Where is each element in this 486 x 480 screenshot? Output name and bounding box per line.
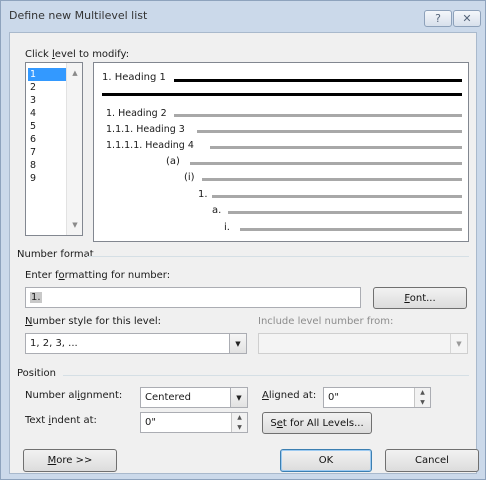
position-section-label: Position <box>17 368 56 379</box>
help-button[interactable]: ? <box>424 10 452 27</box>
preview-line <box>212 195 462 198</box>
close-button[interactable]: ✕ <box>453 10 481 27</box>
scroll-up-icon[interactable]: ▲ <box>67 66 83 80</box>
text-indent-spinner[interactable]: ▲ ▼ <box>231 413 247 432</box>
level-item-8[interactable]: 8 <box>28 159 66 172</box>
font-button-label: Font... <box>404 292 436 304</box>
spin-up-icon[interactable]: ▲ <box>415 388 430 398</box>
level-item-1[interactable]: 1 <box>28 68 66 81</box>
dropdown-arrow-icon[interactable]: ▼ <box>230 388 247 407</box>
preview-level-5: (a) <box>166 156 180 167</box>
number-alignment-value: Centered <box>145 392 191 403</box>
number-format-section-label: Number format <box>17 249 94 260</box>
spin-down-icon[interactable]: ▼ <box>415 398 430 408</box>
dropdown-arrow-icon[interactable]: ▼ <box>229 334 246 353</box>
level-scrollbar[interactable]: ▲ ▼ <box>66 63 82 235</box>
spin-up-icon[interactable]: ▲ <box>232 413 247 423</box>
text-indent-value: 0" <box>145 417 156 428</box>
aligned-at-input[interactable]: 0" ▲ ▼ <box>323 387 431 408</box>
more-button[interactable]: More >> <box>23 449 117 472</box>
preview-line <box>174 79 462 82</box>
preview-heading-1: 1. Heading 1 <box>102 72 166 83</box>
level-item-4[interactable]: 4 <box>28 107 66 120</box>
level-label: Click level to modify: <box>25 49 130 60</box>
close-icon: ✕ <box>462 12 472 25</box>
window-title: Define new Multilevel list <box>9 9 148 22</box>
preview-line <box>174 114 462 117</box>
aligned-at-spinner[interactable]: ▲ ▼ <box>414 388 430 407</box>
font-button[interactable]: Font... <box>373 287 467 309</box>
text-indent-input[interactable]: 0" ▲ ▼ <box>140 412 248 433</box>
ok-button[interactable]: OK <box>280 449 372 472</box>
section-divider <box>87 256 469 257</box>
preview-line <box>102 93 462 96</box>
level-item-6[interactable]: 6 <box>28 133 66 146</box>
preview-heading-4: 1.1.1.1. Heading 4 <box>106 140 194 151</box>
preview-level-6: (i) <box>184 172 195 183</box>
preview-line <box>228 211 462 214</box>
level-item-5[interactable]: 5 <box>28 120 66 133</box>
more-button-label: More >> <box>47 455 93 466</box>
include-level-label: Include level number from: <box>258 316 394 327</box>
preview-line <box>202 178 462 181</box>
number-format-value: 1. <box>30 292 42 303</box>
preview-line <box>197 130 462 133</box>
aligned-at-value: 0" <box>328 392 339 403</box>
level-item-7[interactable]: 7 <box>28 146 66 159</box>
preview-line <box>190 162 462 165</box>
scroll-down-icon[interactable]: ▼ <box>67 218 83 232</box>
level-item-2[interactable]: 2 <box>28 81 66 94</box>
dialog-window: Define new Multilevel list ? ✕ Click lev… <box>0 0 486 480</box>
preview-heading-2: 1. Heading 2 <box>106 108 167 119</box>
enter-formatting-label: Enter formatting for number: <box>25 270 171 281</box>
number-alignment-select[interactable]: Centered ▼ <box>140 387 248 408</box>
number-alignment-label: Number alignment: <box>25 390 123 401</box>
spin-down-icon[interactable]: ▼ <box>232 423 247 433</box>
dropdown-arrow-icon: ▼ <box>450 334 467 353</box>
preview-line <box>240 228 462 231</box>
level-item-3[interactable]: 3 <box>28 94 66 107</box>
preview-level-7: 1. <box>198 189 208 200</box>
number-format-input[interactable]: 1. <box>25 287 361 308</box>
set-for-all-levels-label: Set for All Levels... <box>270 417 364 429</box>
section-divider <box>63 375 469 376</box>
preview-line <box>210 146 462 149</box>
title-bar[interactable]: Define new Multilevel list ? ✕ <box>1 1 485 31</box>
set-for-all-levels-button[interactable]: Set for All Levels... <box>262 412 372 434</box>
cancel-button[interactable]: Cancel <box>385 449 479 472</box>
level-preview: 1. Heading 1 1. Heading 2 1.1.1. Heading… <box>93 62 469 242</box>
number-style-select[interactable]: 1, 2, 3, ... ▼ <box>25 333 247 354</box>
preview-heading-3: 1.1.1. Heading 3 <box>106 124 185 135</box>
preview-level-8: a. <box>212 205 222 216</box>
number-style-label: Number style for this level: <box>25 316 162 327</box>
text-indent-label: Text indent at: <box>25 415 97 426</box>
aligned-at-label: Aligned at: <box>262 390 317 401</box>
level-listbox[interactable]: 1 2 3 4 5 6 7 8 9 ▲ ▼ <box>25 62 83 236</box>
help-icon: ? <box>435 12 441 25</box>
preview-level-9: i. <box>224 222 230 233</box>
include-level-select: ▼ <box>258 333 468 354</box>
number-style-value: 1, 2, 3, ... <box>30 338 78 349</box>
level-item-9[interactable]: 9 <box>28 172 66 185</box>
